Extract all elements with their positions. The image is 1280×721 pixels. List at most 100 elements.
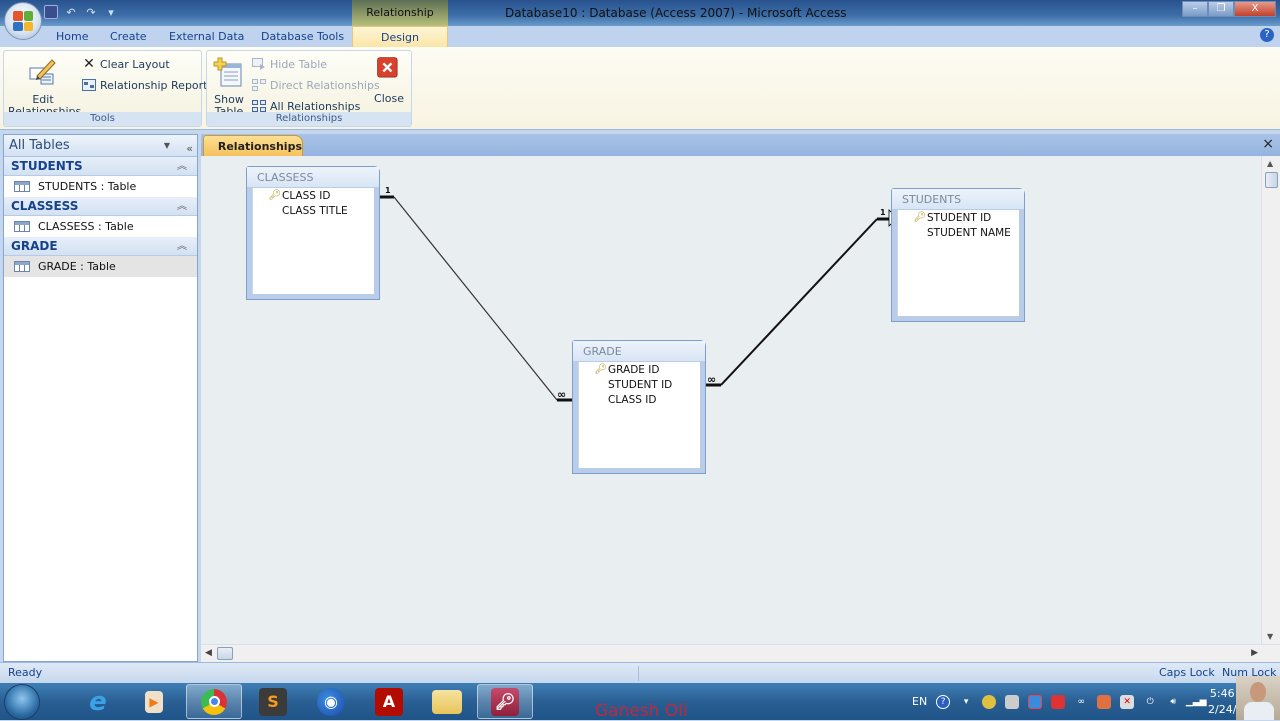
tray-app-icon[interactable] (1097, 695, 1111, 709)
hide-table-icon (252, 57, 266, 71)
edit-relationships-button[interactable]: Edit Relationships (8, 56, 78, 118)
field-row[interactable]: CLASS TITLE (253, 203, 374, 218)
show-hidden-icons[interactable]: ▾ (959, 695, 973, 709)
cloud-icon[interactable]: ∞ (1074, 695, 1088, 709)
clear-layout-button[interactable]: ✕ Clear Layout (82, 57, 170, 71)
tab-relationships[interactable]: Relationships (203, 135, 303, 156)
start-button[interactable] (4, 684, 40, 720)
tray-app-icon[interactable] (1051, 695, 1065, 709)
relationship-classess-grade[interactable]: 1 ∞ (379, 186, 572, 401)
nav-item-label: CLASSESS : Table (38, 220, 134, 233)
power-icon[interactable]: ⏻ (1143, 695, 1157, 709)
taskbar-internet-explorer[interactable]: e (70, 684, 126, 719)
horizontal-scrollbar[interactable]: ◀ ▶ (201, 644, 1280, 662)
ribbon-group-relationships: Show Table Hide Table Direct Relationshi… (206, 50, 412, 127)
scroll-up-icon[interactable]: ▲ (1267, 159, 1273, 168)
field-name: STUDENT NAME (927, 227, 1011, 239)
all-relationships-button[interactable]: All Relationships (252, 99, 360, 113)
table-box-title[interactable]: CLASSESS (247, 167, 379, 187)
nav-pane-header[interactable]: All Tables ▼ « (4, 135, 197, 157)
scroll-right-icon[interactable]: ▶ (1251, 648, 1258, 658)
customize-qat-icon[interactable]: ▾ (104, 5, 118, 19)
show-table-button[interactable]: Show Table (211, 56, 247, 118)
nav-group-classess[interactable]: CLASSESS ︽ (4, 197, 197, 216)
close-window-button[interactable]: X (1234, 1, 1276, 17)
save-icon[interactable] (44, 5, 58, 19)
tray-app-icon[interactable] (982, 695, 996, 709)
language-indicator[interactable]: EN (912, 695, 927, 708)
vertical-scrollbar[interactable]: ▲ ▼ (1261, 156, 1280, 644)
table-box-students[interactable]: STUDENTS 🔑︎STUDENT ID STUDENT NAME (891, 188, 1025, 322)
table-box-title[interactable]: STUDENTS (892, 189, 1024, 209)
table-box-title[interactable]: GRADE (573, 341, 705, 361)
tray-app-icon[interactable]: ✕ (1120, 695, 1134, 709)
help-icon[interactable]: ? (1260, 28, 1274, 42)
taskbar-windows-explorer[interactable] (419, 684, 475, 719)
nav-item-classess-table[interactable]: CLASSESS : Table (4, 216, 197, 237)
tab-database-tools[interactable]: Database Tools (261, 26, 344, 47)
field-row[interactable]: 🔑︎CLASS ID (253, 188, 374, 203)
nav-group-students[interactable]: STUDENTS ︽ (4, 157, 197, 176)
tab-home[interactable]: Home (56, 26, 88, 47)
taskbar-firefox[interactable]: ◉ (303, 684, 359, 719)
tab-design[interactable]: Design (352, 26, 448, 47)
taskbar-microsoft-access[interactable]: 🔑︎ (477, 684, 533, 719)
clock[interactable]: 5:46 2/24/ (1208, 686, 1236, 718)
adobe-acrobat-icon: A (375, 688, 403, 716)
collapse-group-icon[interactable]: ︽ (177, 237, 187, 256)
table-box-classess[interactable]: CLASSESS 🔑︎CLASS ID CLASS TITLE (246, 166, 380, 300)
edit-relationships-icon (27, 56, 59, 88)
tray-app-icon[interactable] (1005, 695, 1019, 709)
tab-create[interactable]: Create (110, 26, 147, 47)
scroll-down-icon[interactable]: ▼ (1267, 632, 1273, 641)
taskbar-adobe-acrobat[interactable]: A (361, 684, 417, 719)
field-row[interactable]: 🔑︎GRADE ID (579, 362, 700, 377)
undo-icon[interactable]: ↶ (64, 5, 78, 19)
scroll-left-icon[interactable]: ◀ (205, 648, 212, 658)
tray-app-icon[interactable] (1028, 695, 1042, 709)
status-text: Ready (8, 663, 42, 683)
table-box-grade[interactable]: GRADE 🔑︎GRADE ID STUDENT ID CLASS ID (572, 340, 706, 474)
collapse-group-icon[interactable]: ︽ (177, 197, 187, 216)
status-bar: Ready Caps Lock Num Lock (0, 662, 1280, 683)
scroll-thumb[interactable] (1265, 172, 1278, 188)
office-button[interactable] (4, 2, 42, 40)
taskbar-chrome[interactable] (186, 684, 242, 719)
minimize-button[interactable]: – (1182, 1, 1208, 17)
tab-external-data[interactable]: External Data (169, 26, 244, 47)
close-icon (376, 56, 402, 82)
field-row[interactable]: 🔑︎STUDENT ID (898, 210, 1019, 225)
field-list: 🔑︎STUDENT ID STUDENT NAME (897, 210, 1019, 316)
primary-key-icon: 🔑︎ (594, 364, 608, 375)
nav-group-grade[interactable]: GRADE ︽ (4, 237, 197, 256)
nav-group-label: STUDENTS (11, 159, 83, 173)
close-relationships-button[interactable]: Close (371, 56, 407, 105)
taskbar-sublime-text[interactable]: S (245, 684, 301, 719)
relationship-report-button[interactable]: Relationship Report (82, 78, 208, 92)
field-row[interactable]: STUDENT NAME (898, 225, 1019, 240)
direct-relationships-icon (252, 78, 266, 92)
help-tray-icon[interactable]: ? (936, 695, 950, 709)
network-icon[interactable]: ▁▃▅ (1189, 695, 1203, 709)
close-document-icon[interactable]: × (1262, 136, 1274, 152)
direct-relationships-button[interactable]: Direct Relationships (252, 78, 380, 92)
relationships-canvas[interactable]: 1 ∞ 1 ∞ CLASSESS 🔑︎CLASS ID CLASS TITLE … (201, 156, 1261, 644)
clock-time: 5:46 (1208, 686, 1236, 702)
redo-icon[interactable]: ↷ (84, 5, 98, 19)
chevron-down-icon[interactable]: ▼ (161, 140, 173, 152)
nav-group-label: CLASSESS (11, 199, 78, 213)
restore-button[interactable]: ❐ (1208, 1, 1234, 17)
collapse-group-icon[interactable]: ︽ (177, 157, 187, 176)
nav-item-students-table[interactable]: STUDENTS : Table (4, 176, 197, 197)
quick-access-toolbar: ↶ ↷ ▾ (44, 3, 118, 21)
nav-item-grade-table[interactable]: GRADE : Table (4, 256, 197, 277)
field-row[interactable]: CLASS ID (579, 392, 700, 407)
taskbar-media-player[interactable]: ▶ (126, 684, 182, 719)
media-player-icon: ▶ (145, 691, 163, 713)
field-row[interactable]: STUDENT ID (579, 377, 700, 392)
volume-icon[interactable]: 🔊︎ (1166, 695, 1180, 709)
hide-table-button[interactable]: Hide Table (252, 57, 327, 71)
relationship-students-grade[interactable]: 1 ∞ (706, 208, 891, 386)
nav-pane-title: All Tables (9, 138, 70, 153)
scroll-thumb[interactable] (217, 647, 233, 660)
